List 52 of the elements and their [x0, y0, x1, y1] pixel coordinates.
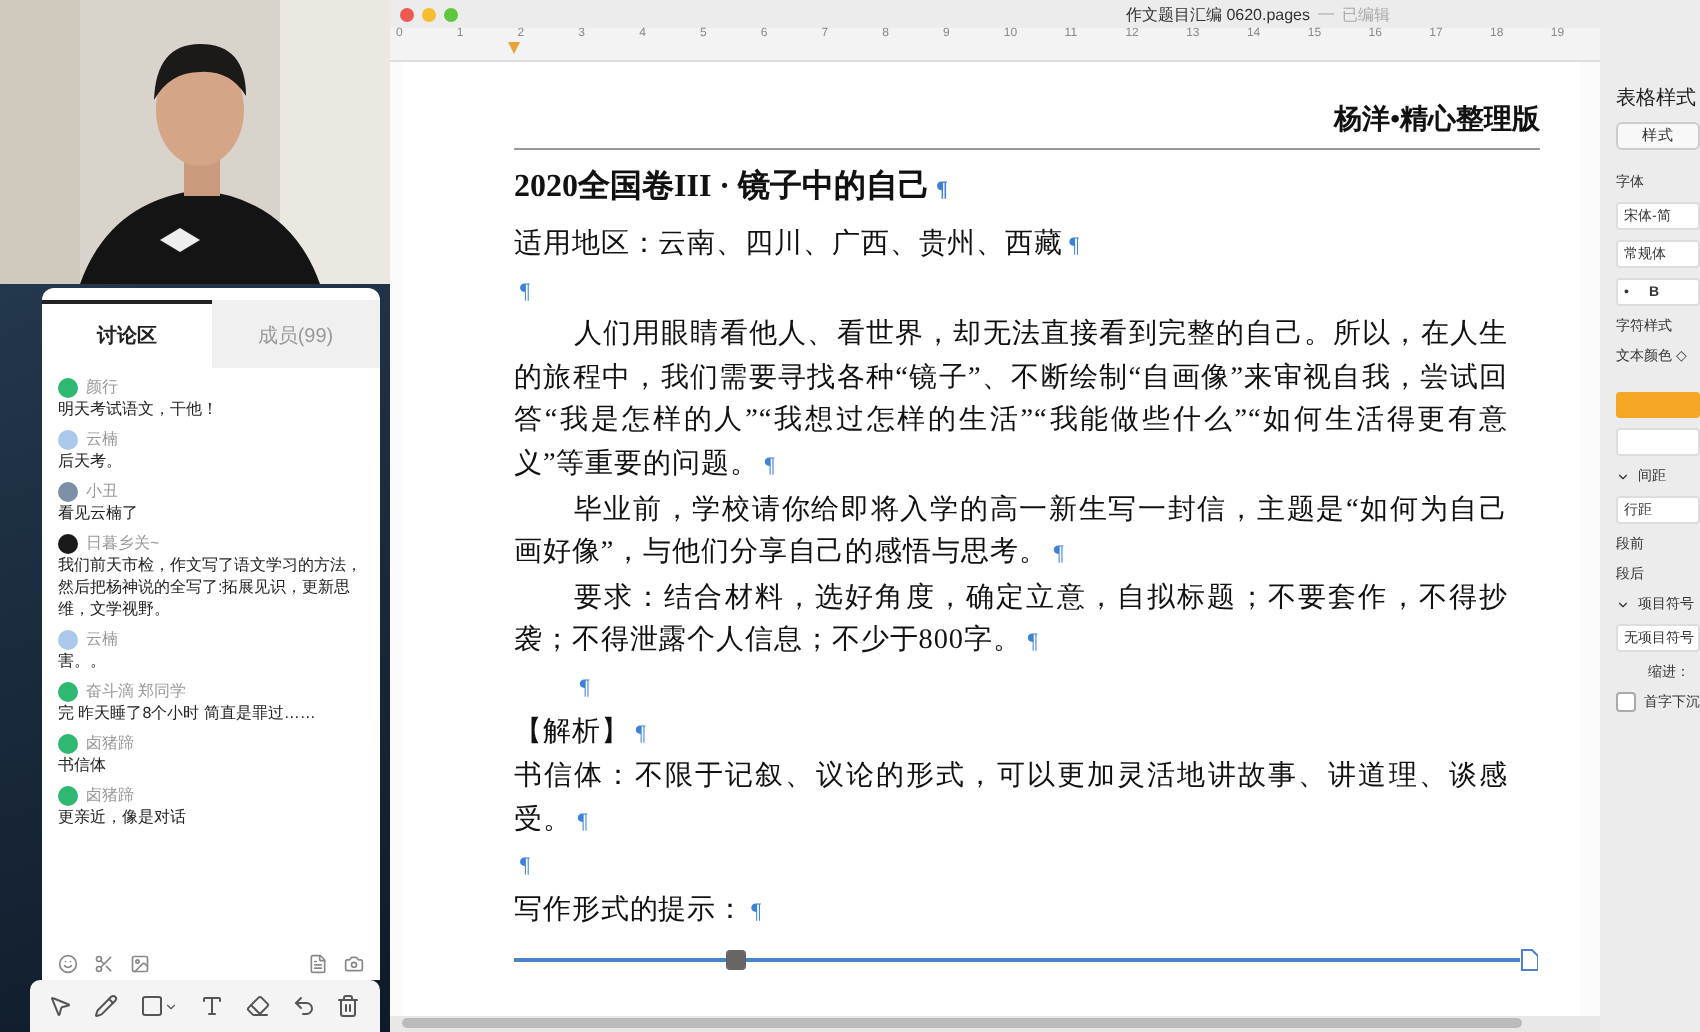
color-field[interactable]	[1616, 428, 1700, 456]
sender-name: 日暮乡关~	[86, 532, 160, 554]
trash-icon[interactable]	[336, 994, 361, 1018]
paragraph: 【解析】 ¶	[514, 713, 649, 752]
camera-icon[interactable]	[344, 954, 364, 974]
drop-cap-checkbox[interactable]	[1616, 692, 1636, 712]
scissors-icon[interactable]	[94, 954, 114, 974]
paragraph: ¶	[518, 277, 533, 308]
message-text: 更亲近，像是对话	[58, 806, 188, 828]
page-header: 杨洋•精心整理版	[1334, 101, 1540, 140]
pen-icon[interactable]	[94, 994, 119, 1018]
sender-name: 颜行	[86, 376, 118, 398]
undo-icon[interactable]	[291, 994, 316, 1018]
title-separator: —	[1318, 3, 1335, 25]
eraser-icon[interactable]	[245, 994, 270, 1018]
paragraph: 人们用眼睛看他人、看世界，却无法直接看到完整的自己。所以，在人生的旅程中，我们需要寻找各种“镜子”、不断绘制“自画像”来审视自我，尝试回答“我是怎样的人”“我想过怎样的生活”“我能做些什么”“如何生活得更有意义”等重要的问题。 ¶	[514, 316, 1508, 484]
chevron-icon[interactable]	[1616, 597, 1630, 611]
sender-name: 云楠	[86, 428, 118, 450]
color-swatch[interactable]	[1616, 392, 1700, 418]
inspector-title: 表格样式	[1616, 85, 1698, 112]
close-button[interactable]	[400, 7, 414, 21]
paragraph: 写作形式的提示： ¶	[514, 891, 765, 930]
paragraph: 毕业前，学校请你给即将入学的高一新生写一封信，主题是“如何为自己画好像”，与他们分享自己的感悟与思考。 ¶	[514, 491, 1508, 573]
sender-name: 奋斗滴 郑同学	[86, 680, 187, 702]
sender-name: 小丑	[86, 480, 118, 502]
emoji-icon[interactable]	[58, 954, 78, 974]
chevron-icon[interactable]	[1616, 469, 1630, 483]
message-text: 明天考试语文，干他！	[58, 398, 220, 420]
sender-name: 卤猪蹄	[86, 732, 134, 754]
document-icon[interactable]	[308, 954, 328, 974]
paragraph: 书信体：不限于记叙、议论的形式，可以更加灵活地讲故事、讲道理、谈感受。 ¶	[514, 758, 1508, 840]
document-title: 2020全国卷III · 镜子中的自己 ¶	[514, 166, 950, 208]
text-icon[interactable]	[199, 994, 224, 1018]
image-icon[interactable]	[130, 954, 150, 974]
scrollbar[interactable]	[402, 1018, 1522, 1028]
sender-name: 云楠	[86, 628, 118, 650]
paragraph: ¶	[577, 673, 593, 704]
sender-name: 卤猪蹄	[86, 784, 134, 806]
message-text: 后天考。	[58, 450, 124, 472]
pointer-icon[interactable]	[48, 994, 73, 1018]
message-text: 看见云楠了	[58, 502, 140, 524]
tab-stop-icon[interactable]	[506, 40, 522, 56]
window-title: 作文题目汇编 0620.pages	[1125, 3, 1311, 25]
paragraph: 要求：结合材料，选好角度，确定立意，自拟标题；不要套作，不得抄袭；不得泄露个人信息；不少于800字。 ¶	[514, 579, 1508, 661]
edit-status: 已编辑	[1342, 3, 1391, 25]
paragraph: 适用地区：云南、四川、广西、贵州、西藏 ¶	[514, 226, 1082, 264]
message-text: 书信体	[58, 754, 108, 776]
message-text: 完 昨天睡了8个小时 简直是罪过……	[58, 702, 318, 724]
message-text: 害。。	[58, 650, 108, 672]
zoom-button[interactable]	[444, 7, 458, 21]
paragraph: ¶	[518, 852, 533, 883]
message-text: 我们前天市检，作文写了语文学习的方法，然后把杨神说的全写了:拓展见识，更新思维，文学视野。	[58, 554, 364, 620]
